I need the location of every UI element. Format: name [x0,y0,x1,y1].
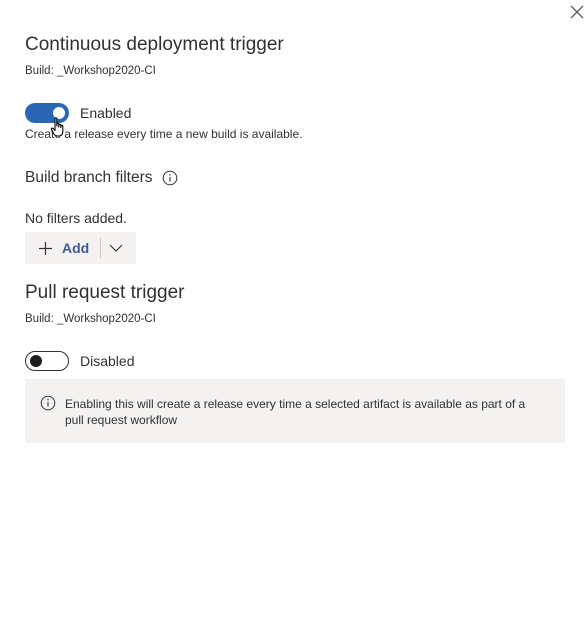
pr-trigger-build: Build: _Workshop2020-CI [25,313,156,325]
add-filter-label: Add [62,240,90,256]
add-filter-button[interactable]: Add [25,232,100,264]
cd-trigger-toggle-label: Enabled [80,105,132,121]
pr-trigger-toggle[interactable] [25,351,69,371]
branch-filters-heading-text: Build branch filters [25,169,153,186]
toggle-knob [30,355,42,367]
no-filters-text: No filters added. [25,210,127,226]
info-icon [40,395,56,411]
close-icon[interactable] [568,3,586,21]
cd-trigger-build: Build: _Workshop2020-CI [25,65,156,77]
cd-trigger-toggle-row: Enabled [25,103,131,123]
pr-trigger-info-banner: Enabling this will create a release ever… [25,379,565,443]
add-filter-menu-button[interactable] [101,232,131,264]
info-icon[interactable] [162,170,178,186]
add-filter-split-button: Add [25,232,136,264]
branch-filters-heading: Build branch filters [25,169,178,187]
pr-trigger-toggle-label: Disabled [80,353,135,369]
cd-trigger-title: Continuous deployment trigger [25,34,284,55]
pr-trigger-toggle-row: Disabled [25,351,134,371]
pr-trigger-banner-text: Enabling this will create a release ever… [65,397,526,427]
deployment-trigger-panel: Continuous deployment trigger Build: _Wo… [0,0,587,642]
pr-trigger-title: Pull request trigger [25,282,185,303]
hand-cursor-icon [50,117,64,137]
plus-icon [39,241,52,255]
chevron-down-icon [109,244,123,252]
